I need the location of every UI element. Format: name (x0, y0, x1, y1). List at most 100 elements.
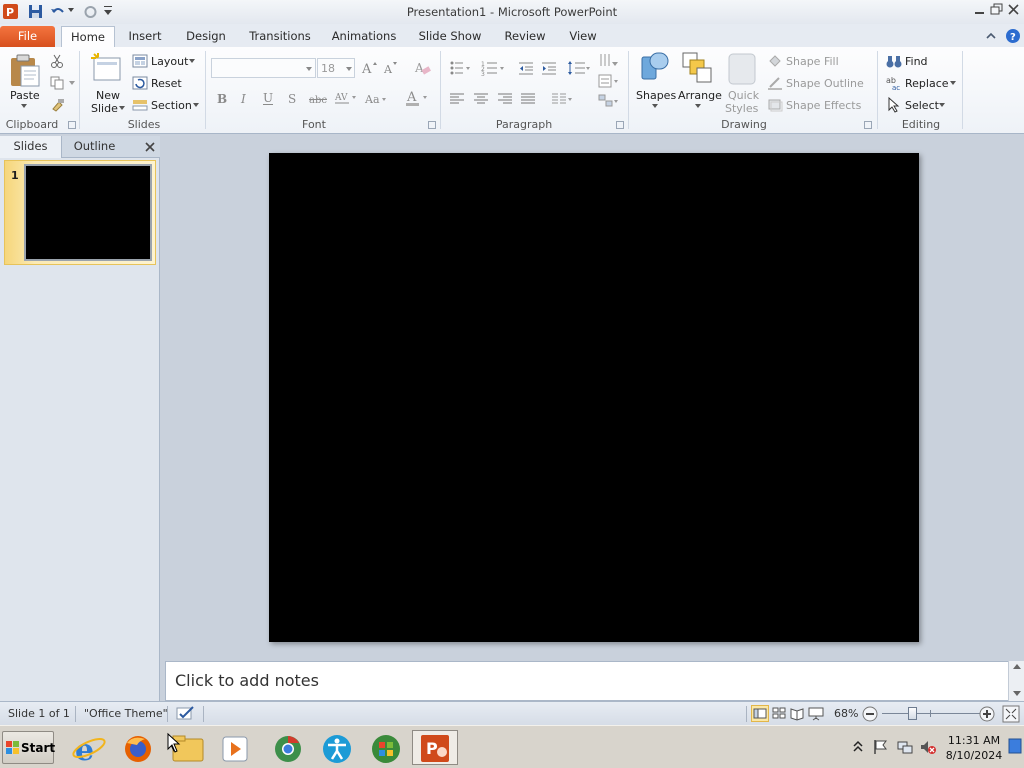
zoom-in-icon[interactable] (979, 706, 995, 722)
slide-thumbnail[interactable] (24, 164, 152, 261)
columns-icon[interactable] (551, 91, 575, 107)
binoculars-icon[interactable] (886, 53, 902, 69)
reset-button-label[interactable]: Reset (151, 77, 182, 90)
align-right-icon[interactable] (497, 91, 513, 107)
action-center-flag-icon[interactable] (872, 738, 890, 756)
format-painter-icon[interactable] (49, 97, 65, 113)
increase-indent-icon[interactable] (541, 60, 557, 76)
media-player-icon[interactable] (212, 730, 258, 765)
close-window-icon[interactable] (1006, 3, 1022, 17)
tab-outline[interactable]: Outline (62, 136, 127, 158)
decrease-indent-icon[interactable] (518, 60, 534, 76)
section-button-label[interactable]: Section (151, 99, 192, 112)
shapes-button-label[interactable]: Shapes (636, 89, 676, 102)
justify-icon[interactable] (520, 91, 536, 107)
zoom-out-icon[interactable] (862, 706, 878, 722)
align-text-icon[interactable] (598, 73, 622, 89)
convert-smartart-icon[interactable] (598, 93, 622, 109)
font-name-combo[interactable] (211, 58, 316, 78)
clock-time[interactable]: 11:31 AM (944, 734, 1004, 747)
zoom-level[interactable]: 68% (834, 707, 858, 720)
find-button-label[interactable]: Find (905, 55, 928, 68)
restore-icon[interactable] (989, 3, 1005, 17)
line-spacing-icon[interactable] (567, 60, 591, 76)
new-slide-icon[interactable] (90, 52, 124, 86)
scroll-up-icon[interactable] (1013, 664, 1021, 670)
quick-styles-label[interactable]: Styles (725, 102, 758, 115)
replace-button-label[interactable]: Replace (905, 77, 949, 90)
shape-fill-label[interactable]: Shape Fill (786, 55, 839, 68)
spell-check-icon[interactable] (176, 705, 196, 721)
align-left-icon[interactable] (449, 91, 465, 107)
volume-muted-icon[interactable] (919, 738, 937, 756)
accessibility-icon[interactable] (313, 730, 359, 765)
show-desktop-icon[interactable] (1008, 737, 1022, 755)
minimize-icon[interactable] (972, 3, 988, 17)
paste-icon[interactable] (8, 52, 42, 88)
slide-canvas[interactable] (269, 153, 919, 642)
section-icon[interactable] (132, 97, 148, 113)
fit-to-window-icon[interactable] (1002, 705, 1020, 723)
tab-design[interactable]: Design (180, 26, 232, 48)
character-spacing-icon[interactable]: AV (334, 90, 356, 106)
start-button[interactable]: Start (2, 731, 55, 764)
close-panel-icon[interactable] (144, 141, 156, 153)
minimize-ribbon-icon[interactable] (985, 30, 997, 42)
tab-slides[interactable]: Slides (0, 136, 62, 158)
powerpoint-icon[interactable]: P (412, 730, 458, 765)
tab-transitions[interactable]: Transitions (244, 26, 316, 48)
tab-view[interactable]: View (562, 26, 604, 48)
clear-formatting-icon[interactable]: A (414, 59, 432, 77)
notes-scrollbar[interactable] (1008, 661, 1024, 701)
notes-pane[interactable]: Click to add notes (165, 661, 1009, 701)
font-size-dropdown-icon[interactable] (346, 67, 352, 71)
font-dialog-launcher[interactable] (428, 121, 436, 129)
shape-effects-label[interactable]: Shape Effects (786, 99, 861, 112)
clock-date[interactable]: 8/10/2024 (944, 749, 1004, 762)
tab-home[interactable]: Home (61, 26, 115, 48)
clipboard-dialog-launcher[interactable] (68, 121, 76, 129)
layout-button-label[interactable]: Layout (151, 55, 188, 68)
bullets-icon[interactable] (449, 60, 473, 76)
quick-styles-label[interactable]: Quick (728, 89, 759, 102)
tab-insert[interactable]: Insert (121, 26, 169, 48)
normal-view-button[interactable] (751, 705, 769, 722)
slide-sorter-view-icon[interactable] (771, 706, 787, 721)
zoom-slider-track[interactable] (882, 713, 980, 714)
arrange-dropdown-icon[interactable] (695, 104, 701, 108)
select-button-label[interactable]: Select (905, 99, 939, 112)
shape-outline-label[interactable]: Shape Outline (786, 77, 864, 90)
quick-styles-icon[interactable] (726, 51, 760, 87)
new-slide-label[interactable]: New (96, 89, 120, 102)
shrink-font-icon[interactable]: A (383, 60, 399, 76)
paragraph-dialog-launcher[interactable] (616, 121, 624, 129)
reading-view-icon[interactable] (789, 706, 805, 721)
font-color-icon[interactable]: A (405, 89, 429, 107)
strikethrough-icon[interactable]: abc (309, 91, 329, 107)
slide-show-view-icon[interactable] (808, 706, 824, 721)
text-shadow-icon[interactable]: S (287, 91, 301, 107)
change-case-icon[interactable]: Aa (364, 91, 388, 107)
select-cursor-icon[interactable] (886, 97, 902, 113)
numbering-icon[interactable]: 123 (481, 60, 507, 76)
tab-review[interactable]: Review (501, 26, 549, 48)
copy-icon[interactable] (49, 75, 65, 91)
replace-dropdown-icon[interactable] (950, 81, 956, 85)
shape-effects-icon[interactable] (767, 97, 783, 113)
network-icon[interactable] (896, 738, 914, 756)
paste-dropdown-icon[interactable] (21, 104, 27, 108)
tab-file[interactable]: File (0, 26, 55, 48)
copy-dropdown-icon[interactable] (69, 81, 75, 85)
grow-font-icon[interactable]: A (361, 60, 379, 76)
section-dropdown-icon[interactable] (193, 103, 199, 107)
new-slide-dropdown-icon[interactable] (119, 106, 125, 110)
scroll-down-icon[interactable] (1013, 691, 1021, 697)
font-name-dropdown-icon[interactable] (306, 67, 312, 71)
bold-icon[interactable]: B (216, 91, 230, 107)
arrange-button-label[interactable]: Arrange (678, 89, 722, 102)
text-direction-icon[interactable] (598, 52, 622, 70)
shapes-icon[interactable] (638, 51, 672, 87)
replace-icon[interactable]: ab ac (886, 75, 902, 91)
shape-outline-icon[interactable] (767, 75, 783, 91)
font-size-combo[interactable]: 18 (317, 58, 355, 78)
